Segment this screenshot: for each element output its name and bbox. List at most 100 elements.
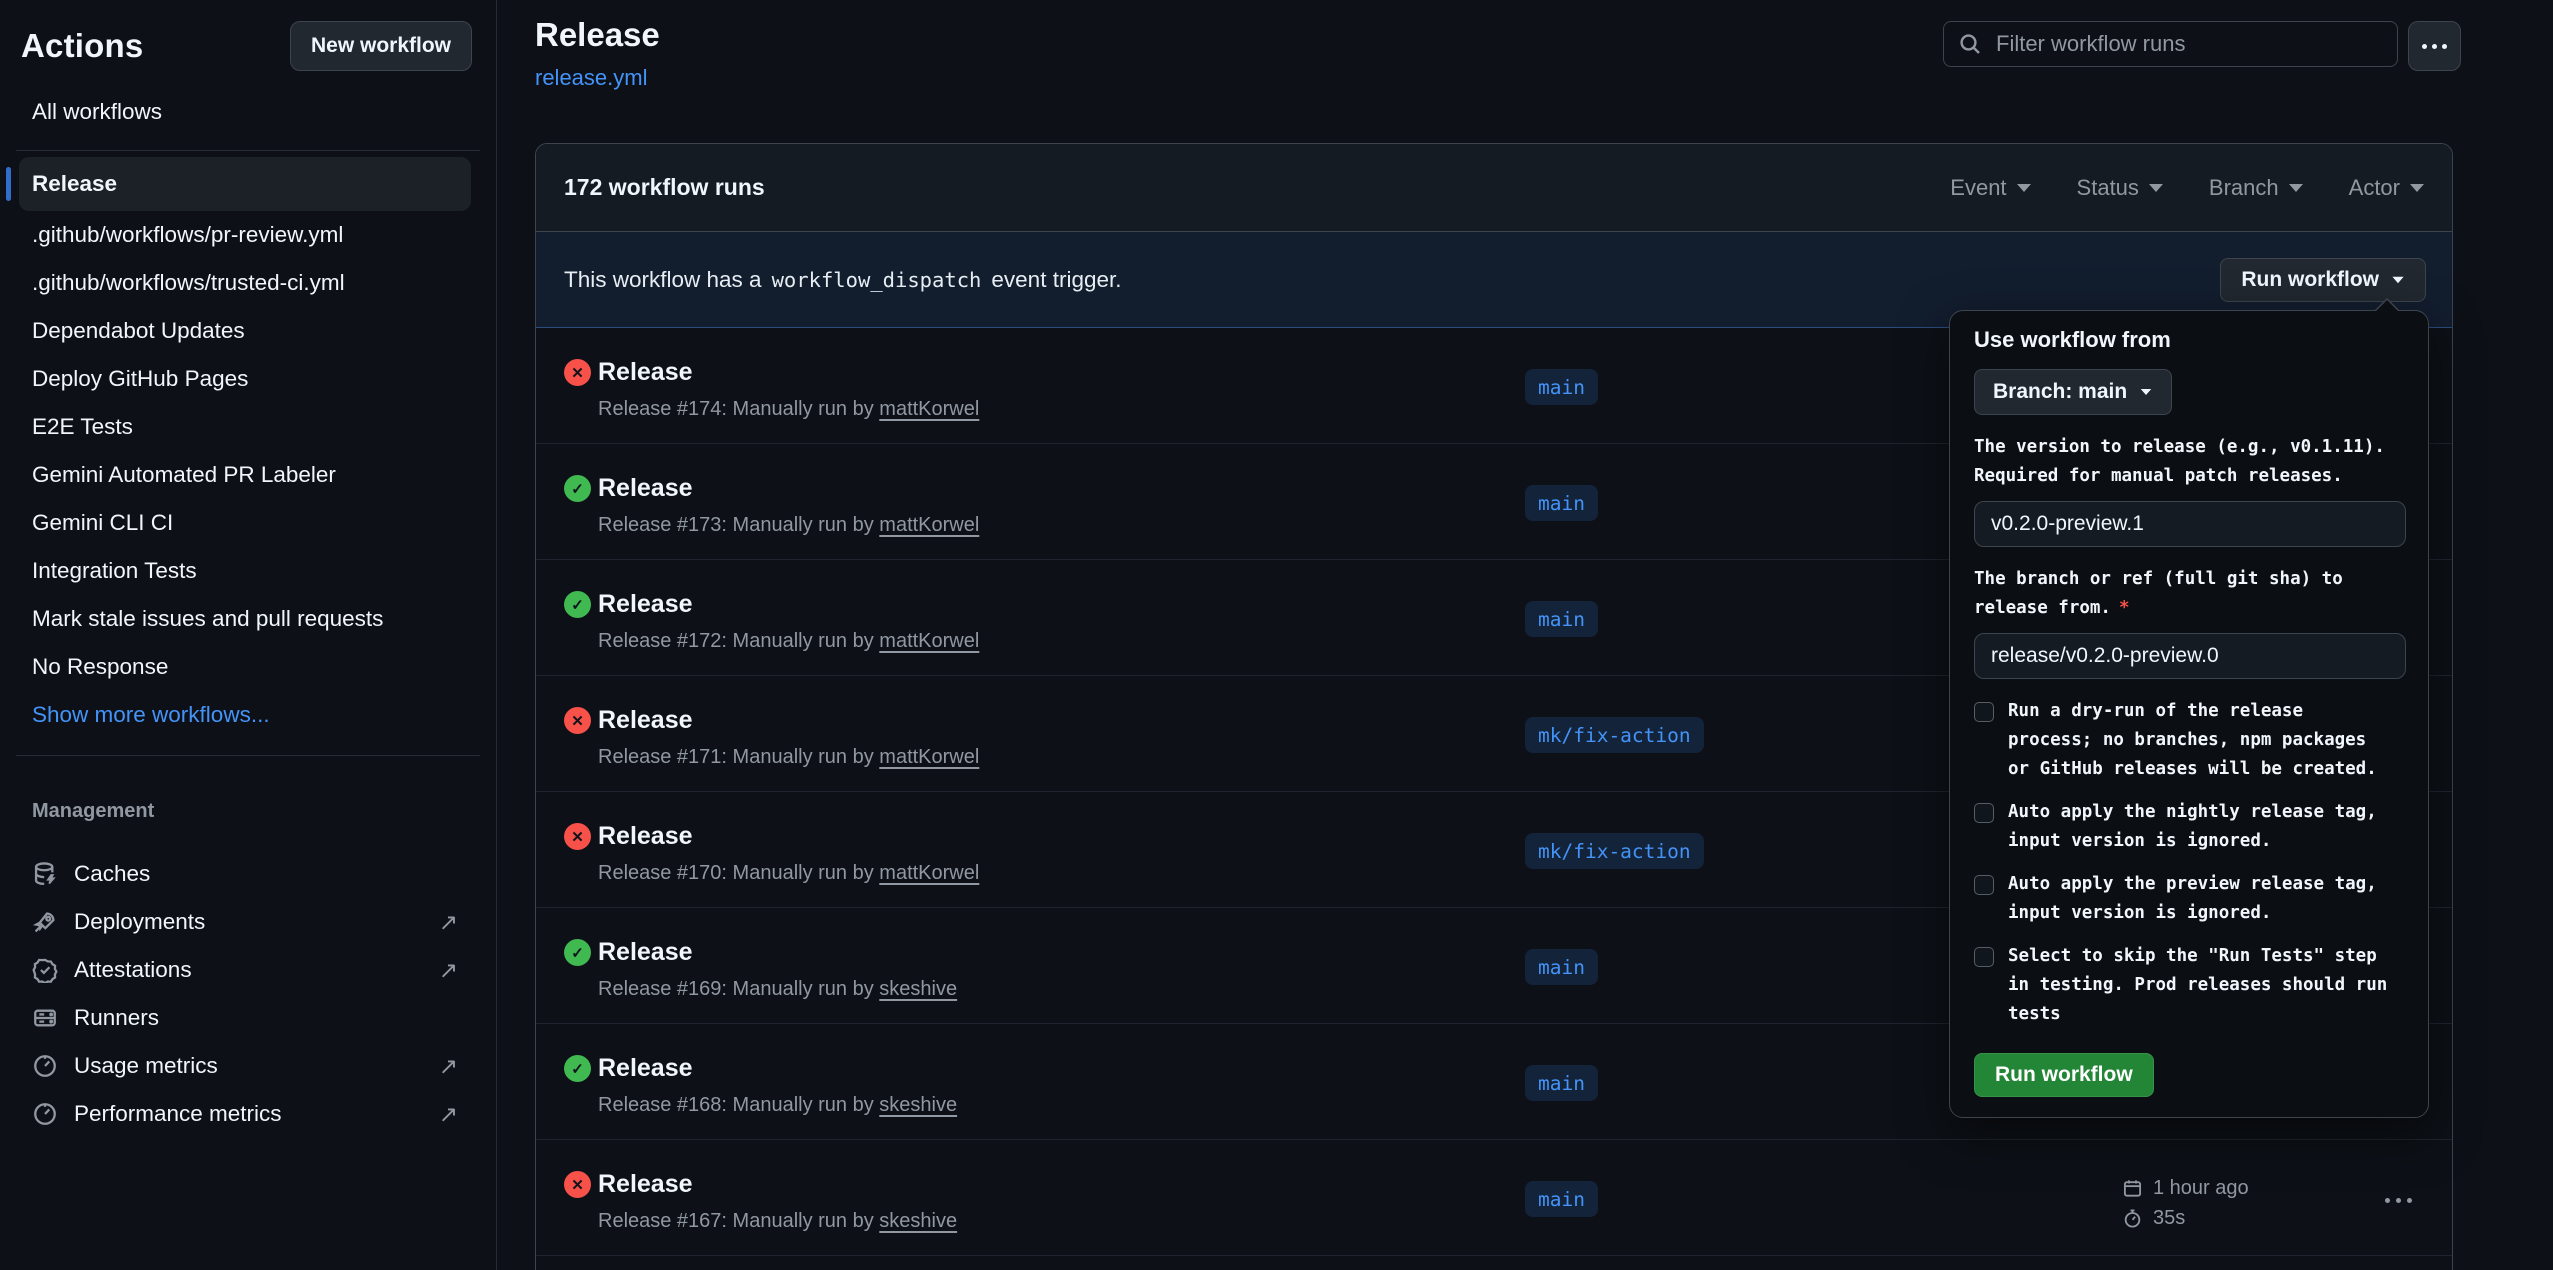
branch-badge[interactable]: main xyxy=(1525,1065,1598,1101)
actor-link[interactable]: mattKorwel xyxy=(879,862,979,884)
sidebar-item-deploy-github-pages[interactable]: Deploy GitHub Pages xyxy=(19,355,471,403)
run-time: 1 hour ago xyxy=(2153,1177,2249,1200)
checkbox-label: Run a dry-run of the release process; no… xyxy=(2008,697,2377,784)
partial-run-row xyxy=(536,1256,2452,1270)
actor-link[interactable]: mattKorwel xyxy=(879,630,979,652)
chevron-down-icon xyxy=(2392,277,2403,283)
sidebar-item-e2e-tests[interactable]: E2E Tests xyxy=(19,403,471,451)
branch-badge[interactable]: main xyxy=(1525,1181,1598,1217)
sidebar-item-deployments[interactable]: Deployments xyxy=(19,898,471,946)
run-options-kebab-button[interactable] xyxy=(2379,1192,2418,1209)
sidebar-item-label: Deployments xyxy=(74,909,205,935)
run-status-icon: ✕ xyxy=(564,359,591,386)
nightly-tag-checkbox[interactable] xyxy=(1974,803,1994,823)
run-description: Release #169: Manually run by skeshive xyxy=(598,978,957,1001)
popover-caret xyxy=(2374,298,2400,311)
sidebar-item-dependabot-updates[interactable]: Dependabot Updates xyxy=(19,307,471,355)
sidebar-item-pr-review[interactable]: .github/workflows/pr-review.yml xyxy=(19,211,471,259)
actor-link[interactable]: mattKorwel xyxy=(879,514,979,536)
checkbox-label: Select to skip the "Run Tests" step in t… xyxy=(2008,942,2387,1029)
dry-run-checkbox[interactable] xyxy=(1974,702,1994,722)
preview-tag-checkbox[interactable] xyxy=(1974,875,1994,895)
required-asterisk: * xyxy=(2119,598,2130,618)
branch-badge[interactable]: main xyxy=(1525,949,1598,985)
sidebar-item-mark-stale[interactable]: Mark stale issues and pull requests xyxy=(19,595,471,643)
workflow-file-link[interactable]: release.yml xyxy=(535,65,647,91)
skip-tests-option: Select to skip the "Run Tests" step in t… xyxy=(1974,942,2404,1029)
sidebar-item-gemini-pr-labeler[interactable]: Gemini Automated PR Labeler xyxy=(19,451,471,499)
sidebar-divider xyxy=(16,755,480,756)
filter-workflow-runs xyxy=(1943,21,2398,67)
workflow-run-row[interactable]: ✕ Release Release #167: Manually run by … xyxy=(536,1140,2452,1256)
actor-link[interactable]: skeshive xyxy=(879,978,957,1000)
run-description: Release #170: Manually run by mattKorwel xyxy=(598,862,979,885)
run-workflow-submit-button[interactable]: Run workflow xyxy=(1974,1053,2154,1097)
sidebar-item-label: Performance metrics xyxy=(74,1101,282,1127)
external-link-icon xyxy=(439,957,458,984)
banner-text: This workflow has a xyxy=(564,267,762,293)
branch-select-button[interactable]: Branch: main xyxy=(1974,369,2172,415)
status-filter-dropdown[interactable]: Status xyxy=(2077,175,2163,201)
workflow-options-kebab-button[interactable] xyxy=(2408,21,2461,71)
skip-tests-checkbox[interactable] xyxy=(1974,947,1994,967)
sidebar-item-all-workflows[interactable]: All workflows xyxy=(19,88,471,136)
run-description: Release #174: Manually run by mattKorwel xyxy=(598,398,979,421)
checkbox-label: Auto apply the nightly release tag, inpu… xyxy=(2008,798,2377,856)
new-workflow-button[interactable]: New workflow xyxy=(290,21,472,71)
actor-filter-dropdown[interactable]: Actor xyxy=(2349,175,2424,201)
runs-panel-header: 172 workflow runs Event Status Branch Ac… xyxy=(536,144,2452,232)
filter-workflow-runs-input[interactable] xyxy=(1943,21,2398,67)
actor-link[interactable]: skeshive xyxy=(879,1094,957,1116)
run-description: Release #172: Manually run by mattKorwel xyxy=(598,630,979,653)
run-description: Release #167: Manually run by skeshive xyxy=(598,1210,957,1233)
sidebar-item-caches[interactable]: Caches xyxy=(19,850,471,898)
branch-filter-dropdown[interactable]: Branch xyxy=(2209,175,2303,201)
run-title[interactable]: Release xyxy=(598,474,693,503)
branch-badge[interactable]: mk/fix-action xyxy=(1525,717,1704,753)
run-status-icon: ✓ xyxy=(564,1055,591,1082)
version-input[interactable] xyxy=(1974,501,2406,547)
run-title[interactable]: Release xyxy=(598,822,693,851)
event-filter-dropdown[interactable]: Event xyxy=(1950,175,2030,201)
sidebar-item-integration-tests[interactable]: Integration Tests xyxy=(19,547,471,595)
sidebar-item-performance-metrics[interactable]: Performance metrics xyxy=(19,1090,471,1138)
version-input-description: The version to release (e.g., v0.1.11). … xyxy=(1974,433,2404,491)
ref-input[interactable] xyxy=(1974,633,2406,679)
run-title[interactable]: Release xyxy=(598,590,693,619)
run-status-icon: ✕ xyxy=(564,823,591,850)
run-status-icon: ✓ xyxy=(564,591,591,618)
run-status-icon: ✕ xyxy=(564,1171,591,1198)
chevron-down-icon xyxy=(2017,184,2031,192)
run-description: Release #173: Manually run by mattKorwel xyxy=(598,514,979,537)
sidebar-item-attestations[interactable]: Attestations xyxy=(19,946,471,994)
sidebar-item-label: Usage metrics xyxy=(74,1053,218,1079)
branch-badge[interactable]: main xyxy=(1525,369,1598,405)
run-title[interactable]: Release xyxy=(598,938,693,967)
main-content: Release release.yml 172 workflow runs Ev… xyxy=(497,0,2553,1270)
run-title[interactable]: Release xyxy=(598,358,693,387)
actions-sidebar: Actions New workflow All workflows Relea… xyxy=(0,0,497,1270)
sidebar-item-trusted-ci[interactable]: .github/workflows/trusted-ci.yml xyxy=(19,259,471,307)
run-workflow-dropdown-button[interactable]: Run workflow xyxy=(2220,258,2426,302)
branch-badge[interactable]: mk/fix-action xyxy=(1525,833,1704,869)
run-title[interactable]: Release xyxy=(598,1054,693,1083)
chevron-down-icon xyxy=(2410,184,2424,192)
sidebar-item-label: Attestations xyxy=(74,957,192,983)
sidebar-item-no-response[interactable]: No Response xyxy=(19,643,471,691)
show-more-workflows-link[interactable]: Show more workflows... xyxy=(19,691,471,739)
actor-link[interactable]: mattKorwel xyxy=(879,746,979,768)
sidebar-item-gemini-cli-ci[interactable]: Gemini CLI CI xyxy=(19,499,471,547)
sidebar-title: Actions xyxy=(21,27,143,65)
actor-link[interactable]: mattKorwel xyxy=(879,398,979,420)
sidebar-item-runners[interactable]: Runners xyxy=(19,994,471,1042)
chevron-down-icon xyxy=(2289,184,2303,192)
branch-badge[interactable]: main xyxy=(1525,485,1598,521)
sidebar-item-release[interactable]: Release xyxy=(19,157,471,211)
run-title[interactable]: Release xyxy=(598,1170,693,1199)
branch-badge[interactable]: main xyxy=(1525,601,1598,637)
run-title[interactable]: Release xyxy=(598,706,693,735)
nightly-tag-option: Auto apply the nightly release tag, inpu… xyxy=(1974,798,2404,856)
sidebar-item-usage-metrics[interactable]: Usage metrics xyxy=(19,1042,471,1090)
run-description: Release #168: Manually run by skeshive xyxy=(598,1094,957,1117)
actor-link[interactable]: skeshive xyxy=(879,1210,957,1232)
